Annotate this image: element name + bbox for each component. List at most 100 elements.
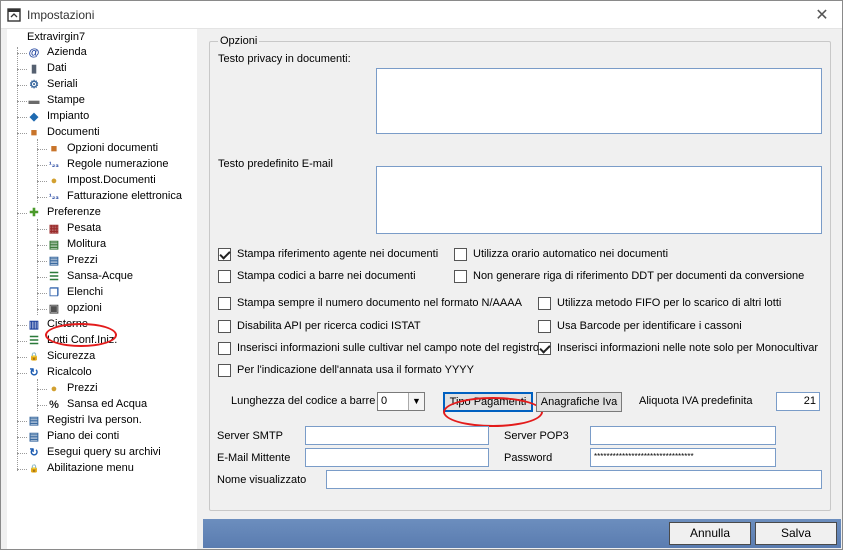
option-checkbox[interactable]: Utilizza orario automatico nei documenti [454,246,668,262]
checkbox-box[interactable] [538,296,551,310]
tree-item-label: Sansa-Acque [67,270,134,282]
option-checkbox[interactable]: Inserisci informazioni nelle note solo p… [538,340,818,356]
grid-icon: ▦ [48,223,60,235]
tree-connector [17,117,27,118]
option-checkbox[interactable]: Disabilita API per ricerca codici ISTAT [218,318,421,334]
settings-window: Impostazioni ✕ Extravirgin7 @ Azienda ▮ Dat… [0,0,843,550]
tree-item-label: Dati [47,62,67,74]
checkbox-label: Utilizza orario automatico nei documenti [473,248,669,260]
tree-item-label: Fatturazione elettronica [67,190,182,202]
numbers-icon: ¹₂₃ [49,192,59,201]
tree-connector [37,277,47,278]
email-text-label: Testo predefinito E-mail [218,158,333,170]
tree-connector [37,229,47,230]
tree-item-label: Stampe [47,94,85,106]
option-checkbox[interactable]: Utilizza metodo FIFO per lo scarico di a… [538,295,781,311]
title-bar: Impostazioni ✕ [1,1,842,29]
checkbox-box[interactable] [218,363,231,377]
email-mittente-label: E-Mail Mittente [217,452,291,464]
checkbox-box[interactable] [538,319,551,333]
footer-bar: Annulla Salva [203,519,841,548]
anagrafiche-iva-button[interactable]: Anagrafiche Iva [536,392,622,412]
settings-tree: Extravirgin7 @ Azienda ▮ Dati ⚙ Seriali ▬ Stamp… [7,29,197,549]
checkbox-label: Stampa sempre il numero documento nel fo… [237,297,522,309]
checkbox-box[interactable] [454,269,467,283]
document-icon: ▤ [28,431,40,443]
document-icon: ▤ [48,255,60,267]
option-checkbox[interactable]: Non generare riga di riferimento DDT per… [454,268,804,284]
checkbox-label: Non generare riga di riferimento DDT per… [473,270,805,282]
tree-connector [17,437,27,438]
tree-item-label: opzioni [67,302,102,314]
tree-guide-line [37,219,38,315]
password-label: Password [504,452,553,464]
nome-visualizzato-input[interactable] [326,470,822,489]
checkbox-box[interactable] [218,319,231,333]
checkbox-label: Per l'indicazione dell'annata usa il for… [237,364,474,376]
barcode-length-select[interactable]: 0 ▼ [377,392,425,411]
option-checkbox[interactable]: Usa Barcode per identificare i cassoni [538,318,742,334]
tree-item-label: Piano dei conti [47,430,120,442]
tree-item-label: Elenchi [67,286,104,298]
diamond-icon: ◆ [29,111,39,123]
option-checkbox[interactable]: Inserisci informazioni sulle cultivar ne… [218,340,539,356]
tree-connector [17,101,27,102]
close-icon[interactable]: ✕ [812,5,832,25]
tree-connector [17,133,27,134]
tree-connector [37,405,47,406]
tree-connector [17,373,27,374]
server-smtp-input[interactable] [305,426,489,445]
email-text-area[interactable] [376,166,822,234]
tree-connector [17,453,27,454]
tree-connector [37,197,47,198]
barcode-length-label: Lunghezza del codice a barre [231,395,376,407]
box-icon: ■ [50,143,58,155]
tree-item-label: Azienda [47,46,87,58]
refresh-icon: ↻ [29,447,39,459]
cancel-button[interactable]: Annulla [669,522,751,545]
tree-item-label: Pesata [67,222,102,234]
server-pop3-input[interactable] [590,426,776,445]
checkbox-box[interactable] [218,341,231,355]
checkbox-box[interactable] [218,247,231,261]
tree-guide-line [17,47,18,471]
tree-connector [37,293,47,294]
tree-item-label: Prezzi [67,382,98,394]
settings-icon: ● [50,175,58,187]
tree-root-label[interactable]: Extravirgin7 [27,31,85,43]
window-title: Impostazioni [27,8,95,22]
option-checkbox[interactable]: Stampa codici a barre nei documenti [218,268,416,284]
save-button[interactable]: Salva [755,522,837,545]
tree-item-label: Ricalcolo [47,366,92,378]
checkbox-box[interactable] [218,269,231,283]
group-legend: Opzioni [218,35,260,47]
annotation-circle-tipo-pagamenti [443,397,543,427]
tree-connector [17,85,27,86]
option-checkbox[interactable]: Stampa riferimento agente nei documenti [218,246,438,262]
options-groupbox: Opzioni Testo privacy in documenti: Test… [209,35,831,511]
nome-visualizzato-label: Nome visualizzato [217,474,307,486]
checkbox-box[interactable] [218,296,231,310]
tree-connector [37,309,47,310]
puzzle-icon: ✚ [29,207,39,219]
printer-icon: ▬ [28,95,40,107]
aliquota-input[interactable]: 21 [776,392,820,411]
password-input[interactable]: ******************************** [590,448,776,467]
option-checkbox[interactable]: Per l'indicazione dell'annata usa il for… [218,362,474,378]
checkbox-label: Stampa riferimento agente nei documenti [237,248,439,260]
tree-item-label: Abilitazione menu [47,462,134,474]
tree-guide-line [37,379,38,411]
aliquota-label: Aliquota IVA predefinita [639,395,753,407]
tree-item-label: Impianto [47,110,90,122]
checkbox-box[interactable] [454,247,467,261]
checkbox-box[interactable] [538,341,551,355]
privacy-text-area[interactable] [376,68,822,134]
window-icon: ▣ [48,303,60,315]
network-icon: ⚙ [29,79,39,91]
email-mittente-input[interactable] [305,448,489,467]
server-smtp-label: Server SMTP [217,430,284,442]
option-checkbox[interactable]: Stampa sempre il numero documento nel fo… [218,295,522,311]
tree-item-label: Molitura [67,238,107,250]
list-icon: ☰ [49,271,59,283]
chevron-down-icon[interactable]: ▼ [408,393,424,410]
